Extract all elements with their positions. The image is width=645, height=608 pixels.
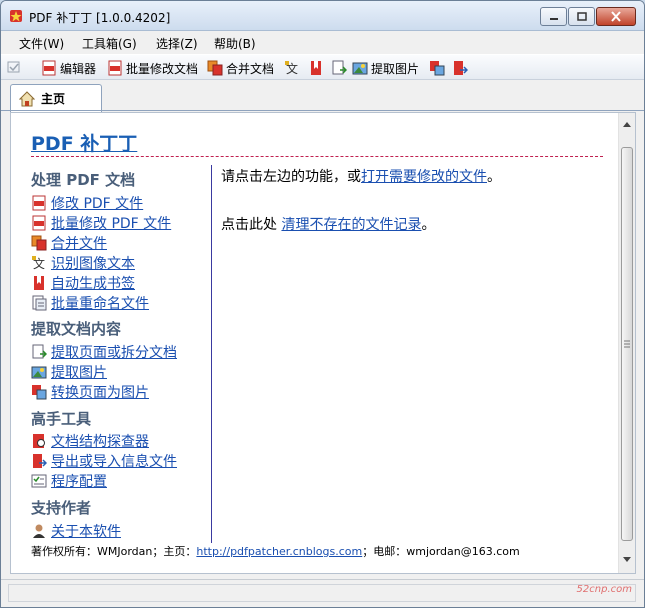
link-inspector[interactable]: 文档结构探查器 [31,432,149,450]
pdf-edit-icon [32,195,46,211]
link-auto-bookmark[interactable]: 自动生成书签 [31,274,135,292]
close-icon [611,11,621,22]
ocr-icon: 文 [285,61,298,76]
config-icon [31,474,47,488]
watermark: 52cnp.com [576,584,632,595]
merge-icon [31,235,47,251]
maximize-button[interactable] [568,7,595,26]
minimize-icon [549,17,558,20]
pdf-edit-icon [42,60,56,76]
extract-pages-icon [32,344,47,359]
app-window: PDF 补丁丁 [1.0.0.4202] 文件(W) 工具箱(G) 选择(Z) … [0,0,645,608]
menu-select[interactable]: 选择(Z) [156,35,198,52]
clear-records-link[interactable]: 清理不存在的文件记录 [281,217,421,233]
open-file-prompt: 请点击左边的功能，或打开需要修改的文件。 [221,169,501,185]
menu-tools[interactable]: 工具箱(G) [82,35,137,52]
status-bar: 52cnp.com [1,579,644,607]
merge-icon [207,60,223,76]
tab-home[interactable]: 主页 [10,84,102,112]
ocr-icon: 文 [32,256,45,271]
export-button[interactable] [452,59,471,77]
link-batch-modify-pdf[interactable]: 批量修改 PDF 文件 [31,214,171,232]
export-icon [454,61,468,75]
export-icon [33,454,47,468]
bookmark-icon [34,276,44,290]
link-extract-pages[interactable]: 提取页面或拆分文档 [31,343,177,361]
link-modify-pdf[interactable]: 修改 PDF 文件 [31,194,143,212]
convert-icon [430,61,445,76]
extract-images-icon [31,366,47,379]
menu-help[interactable]: 帮助(B) [214,35,256,52]
scrollbar-thumb[interactable] [621,147,633,541]
bookmark-icon [311,61,321,75]
maximize-icon [576,12,587,21]
status-panel [8,584,636,602]
convert-button[interactable] [429,59,448,77]
extract-pages-button[interactable] [331,59,350,77]
tab-divider [1,110,644,111]
close-button[interactable] [596,7,636,26]
user-icon [33,524,45,538]
column-divider [211,165,212,543]
convert-icon [32,385,47,400]
title-bar[interactable]: PDF 补丁丁 [1.0.0.4202] [1,1,644,31]
copyright-footer: 著作权所有：WMJordan；主页：http://pdfpatcher.cnbl… [31,545,520,558]
homepage-link[interactable]: http://pdfpatcher.cnblogs.com [196,545,362,558]
link-extract-images[interactable]: 提取图片 [31,363,107,381]
grip-icon [624,340,630,348]
editor-button[interactable]: 编辑器 [41,59,96,77]
section-support: 支持作者 [31,499,92,517]
pdf-batch-icon [108,60,122,76]
menu-bar: 文件(W) 工具箱(G) 选择(Z) 帮助(B) [1,31,644,53]
link-export-import[interactable]: 导出或导入信息文件 [31,452,177,470]
inspector-icon [33,434,45,448]
home-icon [19,90,35,106]
minimize-button[interactable] [540,7,567,26]
link-batch-rename[interactable]: 批量重命名文件 [31,294,149,312]
merge-button[interactable]: 合并文档 [207,59,274,77]
title-divider [31,156,603,157]
pdf-batch-icon [32,215,46,231]
window-title: PDF 补丁丁 [1.0.0.4202] [29,11,171,25]
vertical-scrollbar[interactable] [618,113,635,573]
scroll-up-icon[interactable] [619,117,635,131]
link-ocr[interactable]: 文 识别图像文本 [31,254,135,272]
toolbar: 编辑器 批量修改文档 合并文档 文 提取图片 [1,54,644,80]
link-merge-files[interactable]: 合并文件 [31,234,107,252]
bookmark-button[interactable] [308,59,327,77]
open-file-link[interactable]: 打开需要修改的文件 [361,169,487,185]
extract-pages-icon [332,60,347,75]
extract-images-button[interactable]: 提取图片 [352,59,419,77]
extract-images-icon [352,62,368,75]
scroll-down-icon[interactable] [619,553,635,567]
link-config[interactable]: 程序配置 [31,472,107,490]
menu-file[interactable]: 文件(W) [19,35,64,52]
home-page: PDF 补丁丁 处理 PDF 文档 修改 PDF 文件 批量修改 PDF 文件 … [10,112,636,574]
check-icon [7,61,20,73]
section-advanced: 高手工具 [31,410,92,428]
link-convert-to-image[interactable]: 转换页面为图片 [31,383,149,401]
batch-modify-button[interactable]: 批量修改文档 [107,59,198,77]
app-icon [10,10,22,22]
section-extract: 提取文档内容 [31,320,122,338]
section-process-pdf: 处理 PDF 文档 [31,171,136,189]
tab-strip: 主页 [1,81,644,112]
rename-icon [32,295,47,311]
clear-records-prompt: 点击此处 清理不存在的文件记录。 [221,217,436,233]
ocr-button[interactable]: 文 [284,59,303,77]
page-title[interactable]: PDF 补丁丁 [31,129,137,156]
link-about[interactable]: 关于本软件 [31,522,121,540]
